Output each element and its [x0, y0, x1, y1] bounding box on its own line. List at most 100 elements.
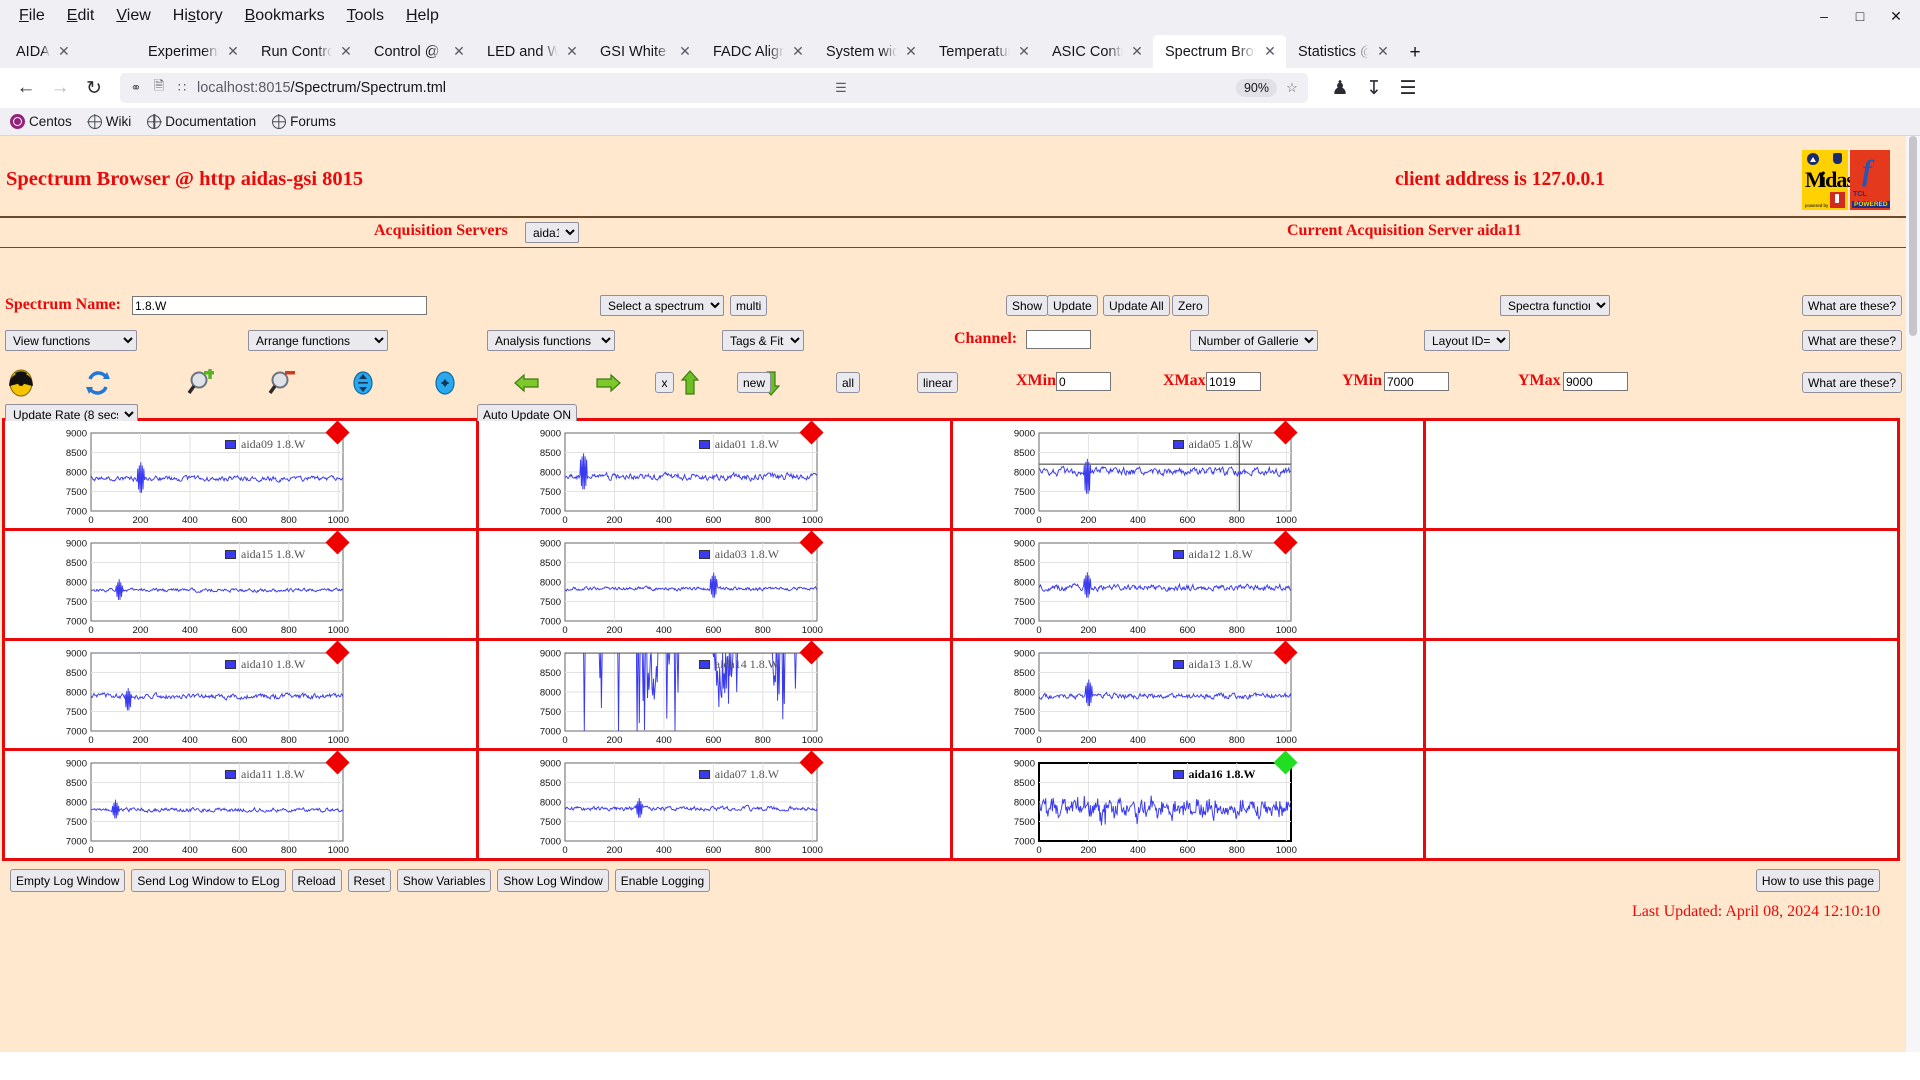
- footer-button[interactable]: Show Log Window: [497, 869, 609, 892]
- tab-close-icon[interactable]: ✕: [1016, 43, 1032, 60]
- back-icon[interactable]: ←: [10, 72, 42, 104]
- arrow-left-icon[interactable]: [512, 368, 542, 398]
- browser-tab[interactable]: GSI White Rabbit Time ✕: [588, 35, 701, 68]
- channel-input[interactable]: [1026, 330, 1091, 349]
- browser-tab[interactable]: LED and Waveform Control ✕: [475, 35, 588, 68]
- tab-close-icon[interactable]: ✕: [338, 43, 354, 60]
- gallery-cell[interactable]: 7000 7500 8000 8500 9000 0 200 400 600 800 1000 aid…: [952, 751, 1427, 861]
- bookmark-item[interactable]: Centos: [10, 114, 72, 129]
- spectrum-name-input[interactable]: [132, 296, 427, 315]
- downloads-icon[interactable]: ↧: [1358, 72, 1390, 104]
- what-are-these-button-1[interactable]: What are these?: [1802, 295, 1903, 316]
- menu-item-history[interactable]: History: [162, 4, 234, 28]
- view-functions-dropdown[interactable]: View functions: [5, 330, 137, 351]
- reader-mode-icon[interactable]: ☰: [833, 80, 849, 96]
- gallery-cell-empty[interactable]: [1426, 751, 1900, 861]
- collapse-vertical-icon[interactable]: [430, 368, 460, 398]
- arrow-up-icon[interactable]: [675, 368, 705, 398]
- footer-button[interactable]: Show Variables: [396, 869, 492, 892]
- tab-close-icon[interactable]: ✕: [451, 43, 467, 60]
- show-button[interactable]: Show: [1006, 295, 1049, 316]
- tab-close-icon[interactable]: ✕: [1262, 43, 1278, 60]
- analysis-functions-dropdown[interactable]: Analysis functions: [487, 330, 615, 351]
- menu-item-view[interactable]: View: [105, 4, 161, 28]
- tab-close-icon[interactable]: ✕: [564, 43, 580, 60]
- spectrum-plot[interactable]: 7000 7500 8000 8500 9000 0 200 400 600 800 1000 aid…: [479, 641, 950, 748]
- menu-item-edit[interactable]: Edit: [56, 4, 106, 28]
- gallery-cell[interactable]: 7000 7500 8000 8500 9000 0 200 400 600 800 1000 aid…: [5, 751, 479, 861]
- menu-item-help[interactable]: Help: [395, 4, 450, 28]
- gallery-cell[interactable]: 7000 7500 8000 8500 9000 0 200 400 600 800 1000 aid…: [952, 641, 1427, 751]
- browser-tab[interactable]: ASIC Control @ aidas-gsi ✕: [1040, 35, 1153, 68]
- gallery-cell[interactable]: 7000 7500 8000 8500 9000 0 200 400 600 800 1000 aid…: [478, 421, 953, 531]
- page-scrollbar[interactable]: [1906, 136, 1920, 1052]
- gallery-cell[interactable]: 7000 7500 8000 8500 9000 0 200 400 600 800 1000 aid…: [478, 531, 953, 641]
- scrollbar-thumb[interactable]: [1909, 136, 1917, 336]
- close-icon[interactable]: ✕: [1878, 2, 1914, 30]
- how-to-use-button[interactable]: How to use this page: [1755, 869, 1880, 892]
- gallery-cell[interactable]: 7000 7500 8000 8500 9000 0 200 400 600 800 1000 aid…: [5, 421, 479, 531]
- browser-tab[interactable]: Control @ aidas-gsi ✕: [362, 35, 475, 68]
- spectrum-plot[interactable]: 7000 7500 8000 8500 9000 0 200 400 600 800 1000 aid…: [479, 531, 950, 638]
- select-spectrum-dropdown[interactable]: Select a spectrum: [600, 295, 724, 316]
- tab-close-icon[interactable]: ✕: [790, 43, 806, 60]
- footer-button[interactable]: Empty Log Window: [10, 869, 126, 892]
- tab-close-icon[interactable]: ✕: [225, 43, 241, 60]
- gallery-cell-empty[interactable]: [1426, 531, 1900, 641]
- minimize-icon[interactable]: –: [1806, 2, 1842, 30]
- bookmark-item[interactable]: Documentation: [147, 114, 256, 129]
- new-button[interactable]: new: [737, 372, 772, 393]
- radiation-icon[interactable]: [6, 368, 36, 398]
- spectrum-plot[interactable]: 7000 7500 8000 8500 9000 0 200 400 600 800 1000 aid…: [5, 421, 476, 528]
- browser-tab[interactable]: Experiment Control @ aidas-gsi ✕: [136, 35, 249, 68]
- spectra-functions-dropdown[interactable]: Spectra functions: [1500, 295, 1610, 316]
- gallery-cell[interactable]: 7000 7500 8000 8500 9000 0 200 400 600 800 1000 aid…: [952, 531, 1427, 641]
- tab-close-icon[interactable]: ✕: [677, 43, 693, 60]
- browser-tab[interactable]: FADC Align & Control ✕: [701, 35, 814, 68]
- tab-close-icon[interactable]: ✕: [56, 43, 72, 60]
- footer-button[interactable]: Enable Logging: [614, 869, 711, 892]
- xmin-input[interactable]: [1056, 372, 1111, 391]
- browser-tab[interactable]: Statistics @ aidas-gsi ✕: [1286, 35, 1399, 68]
- spectrum-plot[interactable]: 7000 7500 8000 8500 9000 0 200 400 600 800 1000 aid…: [479, 421, 950, 528]
- browser-tab[interactable]: Temperature and status ✕: [927, 35, 1040, 68]
- acquisition-server-select[interactable]: aida11: [525, 222, 579, 243]
- gallery-cell[interactable]: 7000 7500 8000 8500 9000 0 200 400 600 800 1000 aid…: [478, 751, 953, 861]
- maximize-icon[interactable]: □: [1842, 2, 1878, 30]
- all-button[interactable]: all: [836, 372, 861, 393]
- footer-button[interactable]: Reload: [291, 869, 342, 892]
- spectrum-plot[interactable]: 7000 7500 8000 8500 9000 0 200 400 600 800 1000 aid…: [953, 531, 1424, 638]
- tab-close-icon[interactable]: ✕: [1129, 43, 1145, 60]
- spectrum-plot[interactable]: 7000 7500 8000 8500 9000 0 200 400 600 800 1000 aid…: [5, 641, 476, 748]
- ymin-input[interactable]: [1384, 372, 1449, 391]
- spectrum-plot[interactable]: 7000 7500 8000 8500 9000 0 200 400 600 800 1000 aid…: [479, 751, 950, 858]
- app-menu-icon[interactable]: ☰: [1392, 72, 1424, 104]
- menu-item-bookmarks[interactable]: Bookmarks: [234, 4, 336, 28]
- browser-tab[interactable]: AIDA ✕: [4, 35, 136, 68]
- new-tab-icon[interactable]: +: [1399, 38, 1431, 68]
- bookmark-item[interactable]: Wiki: [87, 114, 131, 129]
- pocket-icon[interactable]: ♟: [1324, 72, 1356, 104]
- zoom-in-icon[interactable]: [186, 368, 216, 398]
- update-all-button[interactable]: Update All: [1103, 295, 1170, 316]
- multi-button[interactable]: multi: [730, 295, 768, 316]
- tab-close-icon[interactable]: ✕: [1375, 43, 1391, 60]
- linear-button[interactable]: linear: [917, 372, 959, 393]
- refresh-icon[interactable]: [83, 368, 113, 398]
- x-button[interactable]: x: [655, 372, 674, 393]
- gallery-cell[interactable]: 7000 7500 8000 8500 9000 0 200 400 600 800 1000 aid…: [5, 531, 479, 641]
- what-are-these-button-3[interactable]: What are these?: [1802, 372, 1903, 393]
- zoom-level-badge[interactable]: 90%: [1235, 79, 1277, 97]
- gallery-cell-empty[interactable]: [1426, 641, 1900, 751]
- menu-item-tools[interactable]: Tools: [336, 4, 395, 28]
- browser-tab[interactable]: Spectrum Browser ✕: [1153, 35, 1286, 68]
- expand-vertical-icon[interactable]: [348, 368, 378, 398]
- forward-icon[interactable]: →: [44, 72, 76, 104]
- update-button[interactable]: Update: [1047, 295, 1098, 316]
- gallery-cell[interactable]: 7000 7500 8000 8500 9000 0 200 400 600 800 1000 aid…: [952, 421, 1427, 531]
- gallery-cell[interactable]: 7000 7500 8000 8500 9000 0 200 400 600 800 1000 aid…: [478, 641, 953, 751]
- browser-tab[interactable]: System wide Checks ✕: [814, 35, 927, 68]
- arrow-right-icon[interactable]: [593, 368, 623, 398]
- spectrum-plot[interactable]: 7000 7500 8000 8500 9000 0 200 400 600 800 1000 aid…: [953, 421, 1424, 528]
- address-bar[interactable]: ⚭ 🗎 ∷ localhost:8015/Spectrum/Spectrum.t…: [120, 73, 1308, 103]
